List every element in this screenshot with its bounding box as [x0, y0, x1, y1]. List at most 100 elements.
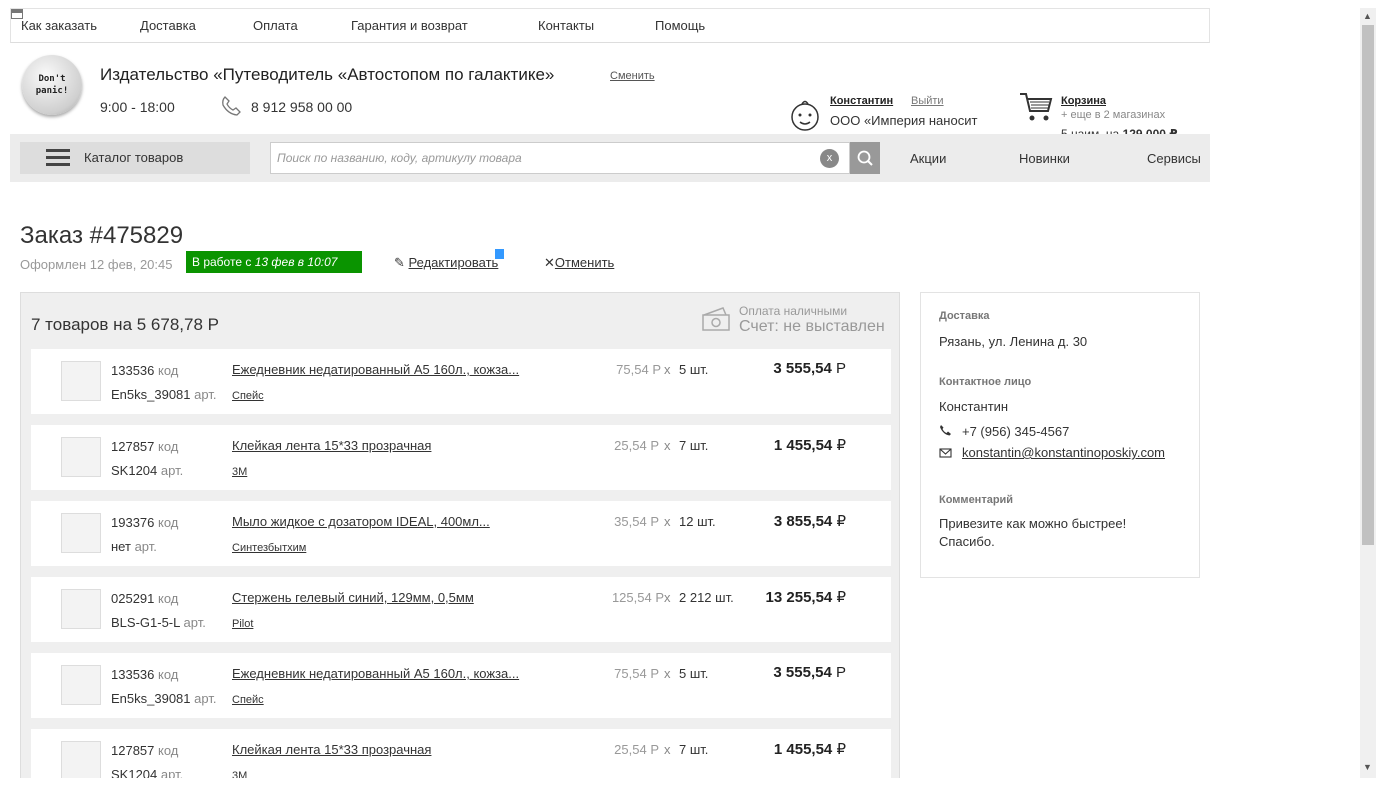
- contact-name: Константин: [939, 399, 1009, 414]
- code-label: код: [158, 363, 179, 378]
- product-name-link[interactable]: Клейкая лента 15*33 прозрачная: [232, 438, 431, 453]
- product-brand-link[interactable]: Pilot: [232, 618, 253, 630]
- logo-text: Don't panic!: [35, 74, 69, 96]
- table-row: 127857 код SK1204 арт. Клейкая лента 15*33…: [31, 729, 891, 778]
- product-thumbnail[interactable]: [61, 665, 101, 705]
- product-brand-link[interactable]: Спейс: [232, 694, 264, 706]
- product-brand-link[interactable]: 3M: [232, 770, 247, 778]
- product-thumbnail[interactable]: [61, 589, 101, 629]
- product-thumbnail[interactable]: [61, 513, 101, 553]
- contact-heading: Контактное лицо: [939, 376, 1032, 388]
- user-name-link[interactable]: Константин: [830, 95, 893, 107]
- email-icon: [939, 448, 952, 458]
- nav-payment[interactable]: Оплата: [253, 18, 298, 33]
- article-label: арт.: [194, 387, 217, 402]
- page-scrollbar[interactable]: ▲ ▼: [1360, 8, 1376, 778]
- change-publisher-link[interactable]: Сменить: [610, 70, 655, 82]
- nav-contacts[interactable]: Контакты: [538, 18, 594, 33]
- product-code: 025291 код: [111, 591, 178, 606]
- product-article: En5ks_39081 арт.: [111, 691, 216, 706]
- scroll-up-icon[interactable]: ▲: [1363, 11, 1372, 21]
- table-row: 133536 код En5ks_39081 арт. Ежедневник нед…: [31, 349, 891, 414]
- times-sign: x: [664, 438, 671, 453]
- nav-how-to-order[interactable]: Как заказать: [21, 18, 97, 33]
- cash-icon: [702, 307, 730, 331]
- code-value: 133536: [111, 667, 155, 682]
- total-value: 1 455,54: [773, 741, 833, 758]
- times-sign: x: [664, 514, 671, 529]
- product-article: En5ks_39081 арт.: [111, 387, 216, 402]
- product-thumbnail[interactable]: [61, 437, 101, 477]
- contact-email-link[interactable]: konstantin@konstantinoposkiy.com: [962, 445, 1165, 460]
- product-name-link[interactable]: Стержень гелевый синий, 129мм, 0,5мм: [232, 590, 474, 605]
- logo[interactable]: Don't panic!: [22, 55, 82, 115]
- cancel-order-link[interactable]: ✕Отменить: [544, 255, 614, 271]
- currency-sign: ₽: [836, 437, 846, 454]
- code-label: код: [158, 743, 179, 758]
- line-total: 3 555,54 Р: [706, 664, 846, 681]
- search-box: x: [270, 142, 850, 174]
- nav-help[interactable]: Помощь: [655, 18, 705, 33]
- article-value: нет: [111, 539, 131, 554]
- product-code: 133536 код: [111, 667, 178, 682]
- product-thumbnail[interactable]: [61, 741, 101, 778]
- code-value: 193376: [111, 515, 155, 530]
- status-badge: В работе с 13 фев в 10:07: [186, 251, 362, 273]
- product-name-link[interactable]: Мыло жидкое с дозатором IDEAL, 400мл...: [232, 514, 490, 529]
- total-value: 1 455,54: [773, 437, 833, 454]
- total-value: 3 555,54: [773, 360, 832, 377]
- delivery-address: Рязань, ул. Ленина д. 30: [939, 334, 1088, 349]
- nav-promotions[interactable]: Акции: [910, 151, 946, 166]
- cart-other-shops: + еще в 2 магазинах: [1061, 109, 1166, 121]
- nav-services[interactable]: Сервисы: [1147, 151, 1201, 166]
- times-sign: x: [664, 362, 671, 377]
- article-label: арт.: [160, 463, 184, 478]
- times-sign: x: [664, 590, 671, 605]
- edit-label: Редактировать: [408, 255, 499, 270]
- currency-sign: Р: [835, 360, 846, 377]
- note-icon: [495, 249, 504, 259]
- search-input[interactable]: [271, 143, 811, 173]
- code-label: код: [158, 591, 179, 606]
- search-icon: [857, 150, 873, 166]
- clear-search-button[interactable]: x: [820, 149, 839, 168]
- product-thumbnail[interactable]: [61, 361, 101, 401]
- code-value: 127857: [111, 743, 155, 758]
- scrollbar-thumb[interactable]: [1362, 25, 1374, 545]
- comment-heading: Комментарий: [939, 494, 1014, 506]
- scroll-down-icon[interactable]: ▼: [1363, 762, 1372, 772]
- product-name-link[interactable]: Клейкая лента 15*33 прозрачная: [232, 742, 431, 757]
- items-summary: 7 товаров на 5 678,78 Р: [31, 315, 219, 334]
- product-code: 127857 код: [111, 743, 178, 758]
- product-name-link[interactable]: Ежедневник недатированный А5 160л., кожз…: [232, 666, 519, 681]
- product-article: BLS-G1-5-L арт.: [111, 615, 206, 630]
- line-total: 1 455,54 ₽: [706, 740, 846, 758]
- nav-new[interactable]: Новинки: [1019, 151, 1070, 166]
- code-value: 025291: [111, 591, 155, 606]
- edit-order-link[interactable]: ✎ Редактировать: [394, 255, 498, 271]
- product-brand-link[interactable]: Синтезбытхим: [232, 542, 306, 554]
- comment-line-2: Спасибо.: [939, 534, 995, 549]
- catalog-button[interactable]: Каталог товаров: [20, 142, 250, 174]
- quantity: 7 шт.: [679, 742, 709, 757]
- quantity: 5 шт.: [679, 362, 709, 377]
- currency-sign: ₽: [836, 513, 846, 530]
- top-nav: Как заказать Доставка Оплата Гарантия и …: [10, 8, 1210, 43]
- search-button[interactable]: [850, 142, 880, 174]
- cart-link[interactable]: Корзина: [1061, 95, 1106, 107]
- contact-phone: +7 (956) 345-4567: [962, 424, 1070, 439]
- currency-sign: ₽: [836, 741, 846, 758]
- nav-delivery[interactable]: Доставка: [140, 18, 196, 33]
- table-row: 133536 код En5ks_39081 арт. Ежедневник нед…: [31, 653, 891, 718]
- product-name-link[interactable]: Ежедневник недатированный А5 160л., кожз…: [232, 362, 519, 377]
- product-code: 133536 код: [111, 363, 178, 378]
- cart-icon[interactable]: [1018, 91, 1054, 125]
- unit-price: 75,54 Р: [616, 362, 661, 377]
- product-code: 127857 код: [111, 439, 178, 454]
- logout-link[interactable]: Выйти: [911, 95, 944, 107]
- code-value: 133536: [111, 363, 155, 378]
- nav-warranty[interactable]: Гарантия и возврат: [351, 18, 468, 33]
- currency-sign: ₽: [836, 589, 846, 606]
- product-brand-link[interactable]: 3M: [232, 466, 247, 478]
- product-brand-link[interactable]: Спейс: [232, 390, 264, 402]
